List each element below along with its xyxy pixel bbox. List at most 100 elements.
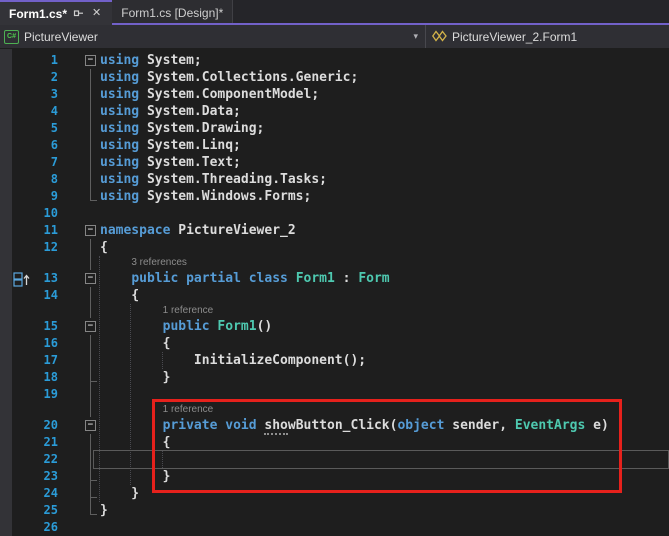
outlining-margin (62, 287, 100, 304)
outlining-margin (62, 468, 100, 485)
line-number: 25 (0, 502, 62, 519)
code-line-text: InitializeComponent(); (100, 352, 366, 369)
outlining-margin: − (62, 270, 100, 287)
navigation-bar: C# PictureViewer ▾ PictureViewer_2.Form1 (0, 25, 669, 49)
outlining-margin (62, 103, 100, 120)
outlining-margin (62, 239, 100, 256)
code-row: 26 (0, 519, 669, 536)
outlining-margin (62, 256, 100, 270)
code-line-text: using System.Collections.Generic; (100, 69, 358, 86)
fold-toggle-icon[interactable]: − (85, 55, 96, 66)
code-row: 7using System.Text; (0, 154, 669, 171)
project-dropdown[interactable]: C# PictureViewer ▾ (0, 25, 426, 48)
code-line-text: using System.Windows.Forms; (100, 188, 311, 205)
inheritance-margin-icon[interactable] (13, 272, 30, 291)
outlining-margin (62, 369, 100, 386)
class-icon (432, 30, 447, 43)
line-number: 22 (0, 451, 62, 468)
line-number: 3 (0, 86, 62, 103)
code-row: 16 { (0, 335, 669, 352)
code-line-text: public Form1() (100, 318, 272, 335)
line-number (0, 403, 62, 417)
document-tab-strip: Form1.cs* ✕ Form1.cs [Design]* (0, 0, 669, 25)
line-number: 24 (0, 485, 62, 502)
project-dropdown-label: PictureViewer (24, 30, 98, 44)
code-line-text: { (100, 239, 108, 256)
line-number: 19 (0, 386, 62, 403)
outlining-margin (62, 188, 100, 205)
code-row: 17 InitializeComponent(); (0, 352, 669, 369)
line-number: 11 (0, 222, 62, 239)
code-editor[interactable]: 1−using System;2using System.Collections… (0, 49, 669, 536)
code-row: 25} (0, 502, 669, 519)
outlining-margin (62, 304, 100, 318)
csharp-project-icon: C# (4, 30, 19, 44)
outlining-margin (62, 154, 100, 171)
line-number: 16 (0, 335, 62, 352)
code-row: 14 { (0, 287, 669, 304)
code-line-text: namespace PictureViewer_2 (100, 222, 296, 239)
annotation-red-box (152, 399, 622, 493)
line-number (0, 304, 62, 318)
line-number: 15 (0, 318, 62, 335)
code-row: 9using System.Windows.Forms; (0, 188, 669, 205)
codelens-references[interactable]: 3 references (100, 256, 187, 270)
code-row: 8using System.Threading.Tasks; (0, 171, 669, 188)
code-line-text: { (100, 335, 170, 352)
code-line-text: } (100, 502, 108, 519)
code-row: 11 −namespace PictureViewer_2 (0, 222, 669, 239)
outlining-margin (62, 403, 100, 417)
tab-form1-cs-design[interactable]: Form1.cs [Design]* (112, 0, 233, 25)
code-row: 18 } (0, 369, 669, 386)
outlining-margin (62, 205, 100, 222)
code-line-text: using System; (100, 52, 202, 69)
fold-toggle-icon[interactable]: − (85, 420, 96, 431)
outlining-margin (62, 335, 100, 352)
fold-toggle-icon[interactable]: − (85, 321, 96, 332)
tab-form1-cs[interactable]: Form1.cs* ✕ (0, 0, 112, 25)
outlining-margin (62, 485, 100, 502)
tab-label: Form1.cs [Design]* (121, 6, 223, 20)
codelens-references[interactable]: 1 reference (100, 304, 213, 318)
line-number: 12 (0, 239, 62, 256)
line-number: 8 (0, 171, 62, 188)
line-number: 4 (0, 103, 62, 120)
line-number: 18 (0, 369, 62, 386)
code-line-text: public partial class Form1 : Form (100, 270, 390, 287)
tab-label: Form1.cs* (9, 7, 67, 21)
code-row: 2 using System.Collections.Generic; (0, 69, 669, 86)
outlining-margin (62, 137, 100, 154)
code-line-text: using System.Linq; (100, 137, 241, 154)
outlining-margin (62, 519, 100, 536)
line-number: 6 (0, 137, 62, 154)
code-row: 15 − public Form1() (0, 318, 669, 335)
code-line-text: } (100, 369, 170, 386)
chevron-down-icon: ▾ (413, 31, 418, 42)
outlining-margin (62, 386, 100, 403)
code-row: 4 using System.Data; (0, 103, 669, 120)
line-number: 23 (0, 468, 62, 485)
code-row: 5using System.Drawing; (0, 120, 669, 137)
outlining-margin (62, 171, 100, 188)
line-number: 1 (0, 52, 62, 69)
code-line-text: { (100, 287, 139, 304)
code-row: 12 { (0, 239, 669, 256)
code-row: 6 using System.Linq; (0, 137, 669, 154)
close-icon[interactable]: ✕ (90, 8, 103, 19)
fold-toggle-icon[interactable]: − (85, 273, 96, 284)
outlining-margin: − (62, 318, 100, 335)
line-number: 17 (0, 352, 62, 369)
line-number: 26 (0, 519, 62, 536)
type-member-dropdown[interactable]: PictureViewer_2.Form1 (426, 25, 669, 48)
code-row: 13− public partial class Form1 : Form (0, 270, 669, 287)
line-number: 2 (0, 69, 62, 86)
outlining-margin: − (62, 52, 100, 69)
code-line-text: using System.Text; (100, 154, 241, 171)
outlining-margin (62, 502, 100, 519)
line-number: 5 (0, 120, 62, 137)
code-line-text: using System.Data; (100, 103, 241, 120)
type-member-dropdown-label: PictureViewer_2.Form1 (452, 30, 577, 44)
code-row: 3using System.ComponentModel; (0, 86, 669, 103)
pin-icon[interactable] (73, 8, 84, 19)
fold-toggle-icon[interactable]: − (85, 225, 96, 236)
